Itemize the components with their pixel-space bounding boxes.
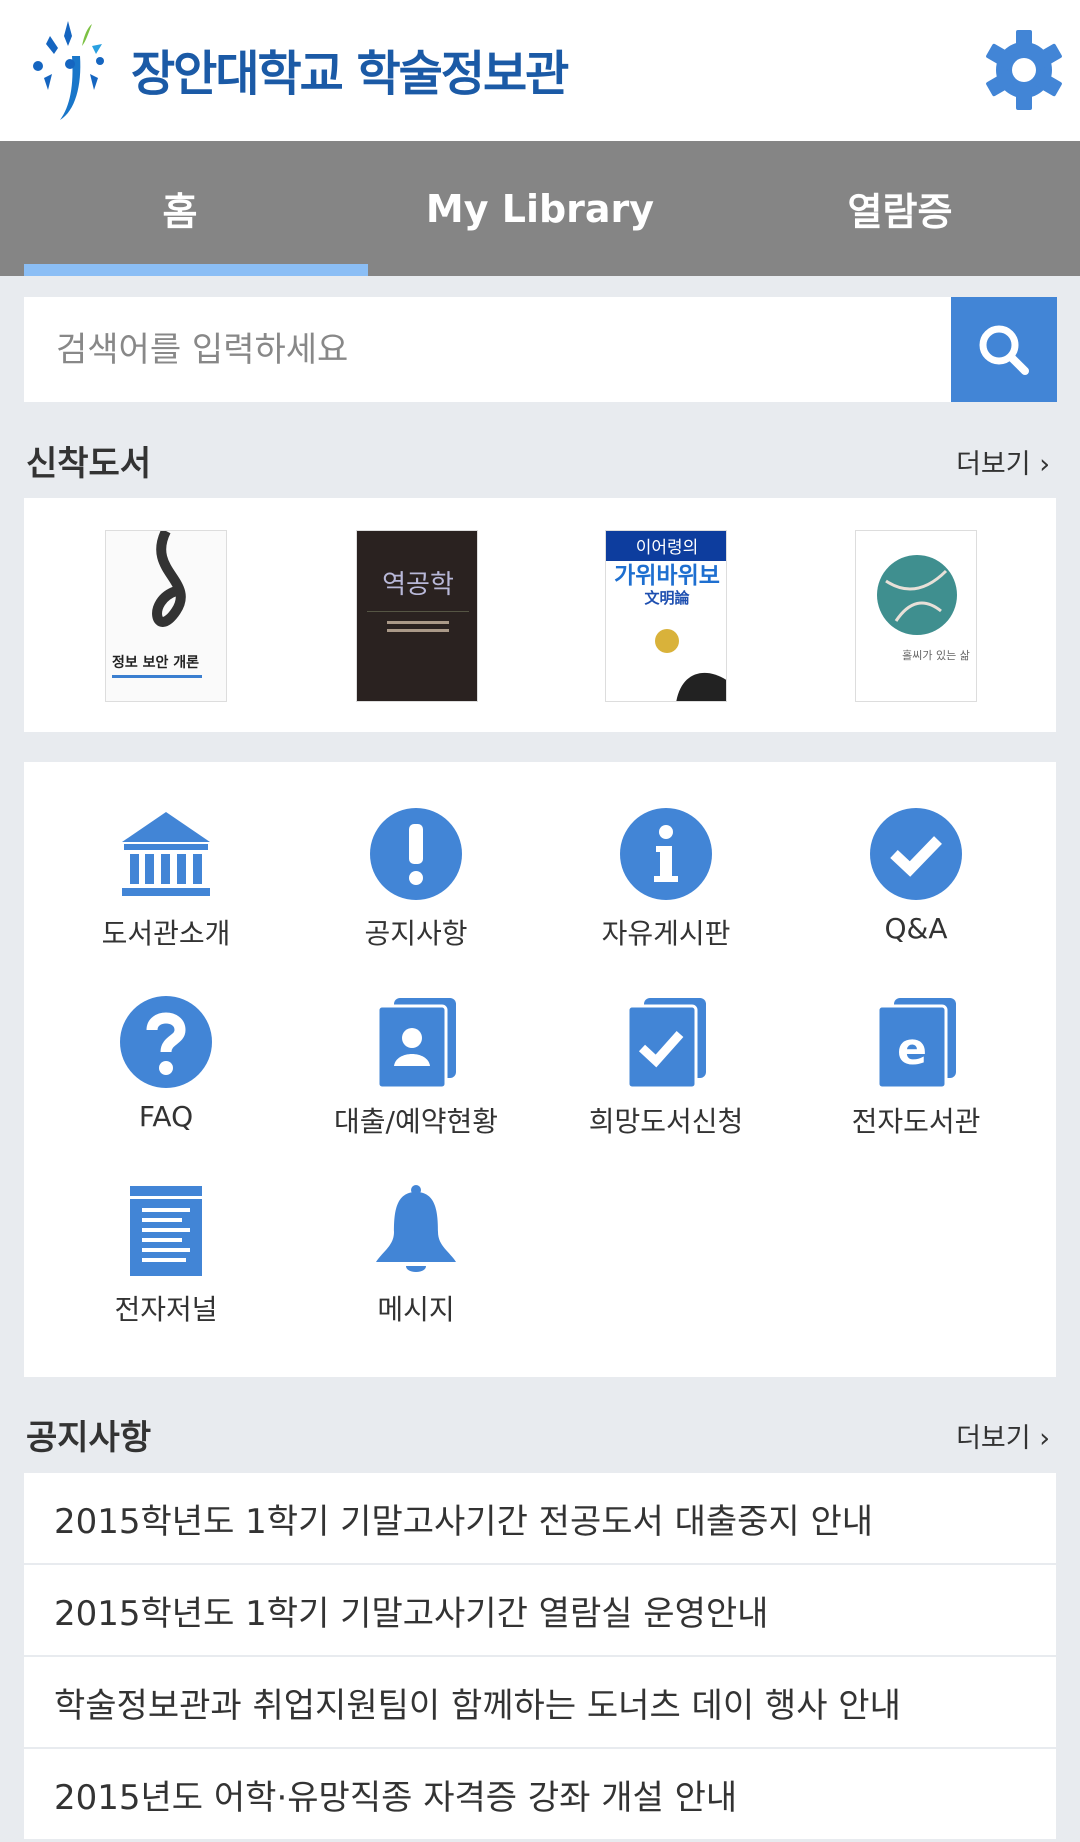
logo-mark-icon <box>33 21 104 120</box>
tab-bar: 홈 My Library 열람증 <box>0 141 1080 276</box>
book-cover[interactable]: 역공학 <box>356 530 478 702</box>
search-input[interactable] <box>24 297 951 402</box>
check-circle-icon <box>870 808 962 900</box>
notice-item[interactable]: 2015학년도 1학기 기말고사기간 전공도서 대출중지 안내 <box>24 1473 1056 1563</box>
book-cover-image: 역공학 <box>367 570 469 632</box>
menu-label: 전자도서관 <box>851 1105 981 1138</box>
notice-item[interactable]: 학술정보관과 취업지원팀이 함께하는 도너츠 데이 행사 안내 <box>24 1657 1056 1747</box>
menu-notices[interactable]: 공지사항 <box>291 806 541 952</box>
menu-label: 대출/예약현황 <box>334 1105 498 1138</box>
notice-item[interactable]: 2015학년도 1학기 기말고사기간 열람실 운영안내 <box>24 1565 1056 1655</box>
svg-text:홀씨가 있는 삶: 홀씨가 있는 삶 <box>902 649 970 662</box>
new-books-card: 정보 보안 개론 역공학 이어령의 가위바위보 文明論 홀씨가 있는 삶 <box>24 498 1056 732</box>
book-cover[interactable]: 홀씨가 있는 삶 <box>855 530 977 702</box>
menu-e-journal[interactable]: 전자저널 <box>41 1182 291 1328</box>
new-books-more-link[interactable]: 더보기 › <box>956 442 1050 481</box>
menu-free-board[interactable]: 자유게시판 <box>541 806 791 952</box>
bell-icon <box>376 1185 456 1272</box>
menu-faq[interactable]: FAQ <box>41 994 291 1133</box>
menu-loan-status[interactable]: 대출/예약현황 <box>291 994 541 1140</box>
notices-title: 공지사항 <box>26 1418 152 1458</box>
svg-text:e: e <box>897 1024 927 1075</box>
ebook-icon: e <box>876 998 956 1090</box>
check-book-icon <box>626 998 706 1090</box>
menu-label: FAQ <box>138 1100 194 1133</box>
notepad-icon <box>130 1186 202 1276</box>
logo[interactable]: 장안대학교 학술정보관 <box>30 16 569 122</box>
menu-messages[interactable]: 메시지 <box>291 1182 541 1328</box>
logo-text: 장안대학교 학술정보관 <box>131 46 569 102</box>
book-cover[interactable]: 이어령의 가위바위보 文明論 <box>605 530 727 702</box>
book-cover[interactable]: 정보 보안 개론 <box>105 530 227 702</box>
menu-book-request[interactable]: 희망도서신청 <box>541 994 791 1140</box>
book-cover-image: 홀씨가 있는 삶 <box>877 555 970 662</box>
menu-label: 전자저널 <box>114 1293 218 1326</box>
notices-more-link[interactable]: 더보기 › <box>956 1416 1050 1455</box>
menu-qna[interactable]: Q&A <box>791 806 1041 945</box>
svg-text:정보 보안 개론: 정보 보안 개론 <box>112 654 199 671</box>
menu-library-intro[interactable]: 도서관소개 <box>41 806 291 952</box>
tab-my-library[interactable]: My Library <box>360 141 720 276</box>
menu-label: 메시지 <box>377 1293 455 1326</box>
menu-e-library[interactable]: e 전자도서관 <box>791 994 1041 1140</box>
menu-label: 희망도서신청 <box>588 1105 744 1138</box>
book-cover-image: 정보 보안 개론 <box>112 531 202 678</box>
svg-text:文明論: 文明論 <box>644 589 690 607</box>
gear-icon[interactable] <box>982 28 1066 112</box>
search-bar <box>24 297 1057 402</box>
question-icon <box>120 996 212 1088</box>
svg-text:가위바위보: 가위바위보 <box>614 563 720 589</box>
search-button[interactable] <box>951 297 1057 402</box>
info-icon <box>620 808 712 900</box>
contact-book-icon <box>376 998 456 1090</box>
search-icon <box>979 325 1029 375</box>
menu-card: 도서관소개 공지사항 자유게시판 Q&A FAQ 대출/예약현황 희망도서신청 … <box>24 762 1056 1377</box>
menu-label: 공지사항 <box>364 917 468 950</box>
tab-library-card[interactable]: 열람증 <box>720 141 1080 276</box>
menu-label: Q&A <box>884 912 948 945</box>
notice-item[interactable]: 2015년도 어학·유망직종 자격증 강좌 개설 안내 <box>24 1749 1056 1839</box>
tab-home[interactable]: 홈 <box>0 141 368 276</box>
menu-label: 도서관소개 <box>101 917 231 950</box>
book-cover-image: 이어령의 가위바위보 文明論 <box>606 531 726 701</box>
menu-label: 자유게시판 <box>601 917 731 950</box>
library-icon <box>122 812 210 896</box>
exclamation-icon <box>370 808 462 900</box>
new-books-title: 신착도서 <box>26 444 152 484</box>
svg-text:이어령의: 이어령의 <box>636 538 699 558</box>
app-header: 장안대학교 학술정보관 <box>0 0 1080 141</box>
svg-text:역공학: 역공학 <box>382 570 454 600</box>
